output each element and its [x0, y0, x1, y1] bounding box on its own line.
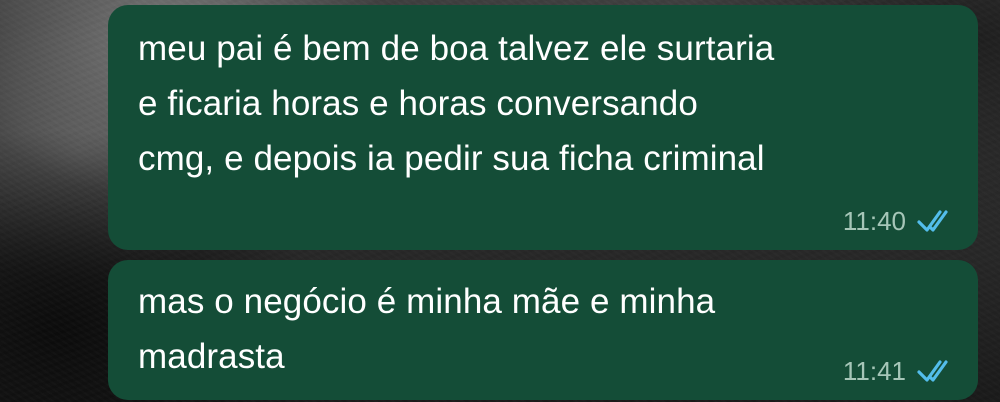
- outgoing-message-bubble[interactable]: mas o negócio é minha mãe e minha madras…: [108, 260, 978, 400]
- outgoing-message-bubble[interactable]: meu pai é bem de boa talvez ele surtaria…: [108, 5, 978, 250]
- chat-message-list[interactable]: meu pai é bem de boa talvez ele surtaria…: [0, 0, 1000, 402]
- message-text: meu pai é bem de boa talvez ele surtaria…: [138, 29, 775, 178]
- message-timestamp: 11:41: [842, 356, 906, 386]
- message-meta: 11:40: [843, 206, 956, 236]
- message-meta: 11:41: [843, 356, 956, 386]
- message-timestamp: 11:40: [842, 206, 906, 236]
- message-text: mas o negócio é minha mãe e minha madras…: [138, 282, 716, 376]
- double-check-icon: [917, 210, 948, 232]
- double-check-icon: [917, 360, 948, 382]
